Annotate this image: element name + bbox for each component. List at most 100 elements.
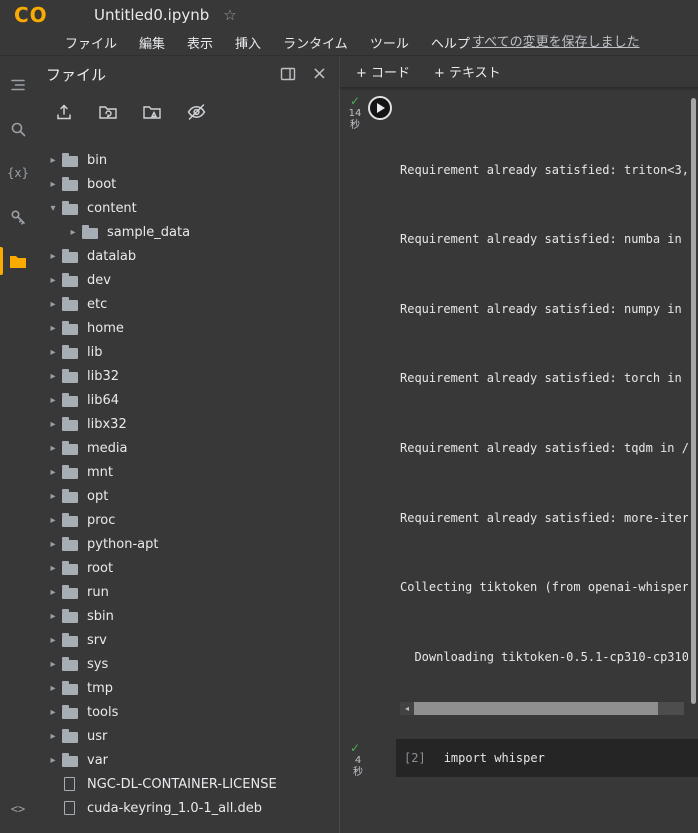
eye-off-icon[interactable] [186, 102, 207, 122]
tree-item[interactable]: ▸ root [36, 556, 339, 580]
dock-panel-icon[interactable] [280, 67, 296, 81]
menu-item[interactable]: 編集 [128, 33, 176, 52]
search-button[interactable] [0, 112, 36, 146]
table-of-contents-button[interactable] [0, 68, 36, 102]
menu-item[interactable]: ランタイム [272, 33, 359, 52]
menu-item[interactable]: 表示 [176, 33, 224, 52]
tree-item[interactable]: ▸ bin [36, 148, 339, 172]
menu-item[interactable]: ツール [359, 33, 420, 52]
tree-item[interactable]: cuda-keyring_1.0-1_all.deb [36, 796, 339, 820]
tree-item-label: mnt [87, 464, 113, 480]
folder-icon [10, 255, 26, 268]
tree-item[interactable]: ▸ opt [36, 484, 339, 508]
tree-item-label: sys [87, 656, 109, 672]
output-horizontal-scrollbar[interactable]: ◂ [400, 702, 684, 715]
variables-button[interactable]: {x} [0, 156, 36, 190]
add-text-button[interactable]: + テキスト [434, 62, 501, 81]
files-button[interactable] [0, 244, 36, 278]
tree-item-label: var [87, 752, 109, 768]
chevron-icon[interactable]: ▸ [44, 731, 62, 742]
tree-item[interactable]: ▸ tmp [36, 676, 339, 700]
tree-item[interactable]: NGC-DL-CONTAINER-LICENSE [36, 772, 339, 796]
tree-item-label: tools [87, 704, 119, 720]
tree-item[interactable]: ▾ content [36, 196, 339, 220]
colab-logo[interactable]: CO [14, 3, 58, 27]
cell2-code[interactable]: import whisper [444, 751, 545, 765]
tree-item[interactable]: ▸ sample_data [36, 220, 339, 244]
tree-item[interactable]: ▸ lib64 [36, 388, 339, 412]
tree-item[interactable]: ▸ boot [36, 172, 339, 196]
menu-item[interactable]: ファイル [54, 33, 128, 52]
tree-item[interactable]: ▸ lib [36, 340, 339, 364]
refresh-folder-icon[interactable] [98, 102, 118, 122]
star-icon[interactable]: ☆ [223, 6, 236, 24]
notebook-title[interactable]: Untitled0.ipynb [94, 6, 209, 24]
chevron-icon[interactable]: ▸ [44, 587, 62, 598]
chevron-icon[interactable]: ▸ [44, 515, 62, 526]
tree-item[interactable]: ▸ var [36, 748, 339, 772]
chevron-icon[interactable]: ▸ [44, 539, 62, 550]
chevron-icon[interactable]: ▸ [44, 563, 62, 574]
tree-item-label: lib [87, 344, 103, 360]
save-status-link[interactable]: すべての変更を保存しました [472, 35, 640, 50]
menu-item[interactable]: 挿入 [224, 33, 272, 52]
chevron-icon[interactable]: ▸ [44, 251, 62, 262]
tree-item[interactable]: ▸ run [36, 580, 339, 604]
run-cell-button[interactable] [368, 96, 392, 120]
mount-drive-icon[interactable] [142, 102, 162, 122]
output-vertical-scrollbar[interactable] [691, 98, 696, 704]
chevron-icon[interactable]: ▸ [44, 299, 62, 310]
tree-item[interactable]: ▸ sys [36, 652, 339, 676]
tree-item-label: lib64 [87, 392, 120, 408]
scroll-left-button[interactable]: ◂ [400, 702, 414, 715]
tree-item[interactable]: ▸ mnt [36, 460, 339, 484]
tree-item[interactable]: ▸ proc [36, 508, 339, 532]
code-snippets-button[interactable]: <> [0, 799, 36, 833]
chevron-icon[interactable]: ▸ [44, 467, 62, 478]
chevron-icon[interactable]: ▸ [44, 347, 62, 358]
tree-item[interactable]: ▸ sbin [36, 604, 339, 628]
cell2-editor[interactable]: [2] import whisper [396, 739, 698, 777]
chevron-icon[interactable]: ▸ [44, 275, 62, 286]
upload-icon[interactable] [54, 102, 74, 122]
scrollbar-thumb[interactable] [414, 702, 659, 715]
chevron-icon[interactable]: ▸ [44, 755, 62, 766]
chevron-icon[interactable]: ▸ [44, 155, 62, 166]
tree-item[interactable]: ▸ datalab [36, 244, 339, 268]
chevron-icon[interactable]: ▸ [44, 635, 62, 646]
chevron-icon[interactable]: ▸ [44, 659, 62, 670]
chevron-icon[interactable]: ▸ [44, 611, 62, 622]
tree-item[interactable]: ▸ lib32 [36, 364, 339, 388]
chevron-icon[interactable]: ▸ [44, 395, 62, 406]
output-line-text: Collecting tiktoken (from openai-whisper… [400, 580, 688, 595]
tree-item[interactable]: ▸ tools [36, 700, 339, 724]
add-code-button[interactable]: + コード [356, 62, 410, 81]
chevron-icon[interactable]: ▸ [44, 371, 62, 382]
chevron-icon[interactable]: ▾ [44, 203, 62, 214]
tree-item[interactable]: ▸ python-apt [36, 532, 339, 556]
tree-item[interactable]: ▸ dev [36, 268, 339, 292]
chevron-icon[interactable]: ▸ [44, 323, 62, 334]
chevron-icon[interactable]: ▸ [44, 443, 62, 454]
chevron-icon[interactable]: ▸ [44, 707, 62, 718]
output-line: Collecting tiktoken (from openai-whisper… [400, 579, 688, 596]
file-explorer-panel: ファイル × ▸ bin ▸ boot ▾ content ▸ sample_d… [36, 56, 340, 833]
tree-item[interactable]: ▸ home [36, 316, 339, 340]
output-line-text: Downloading tiktoken-0.5.1-cp310-cp310-m [400, 649, 688, 664]
chevron-icon[interactable]: ▸ [44, 683, 62, 694]
notebook-area: + コード + テキスト ✓ 14秒 Requirement already s… [340, 56, 698, 833]
tree-item[interactable]: ▸ usr [36, 724, 339, 748]
tree-item[interactable]: ▸ etc [36, 292, 339, 316]
tree-item-icon [62, 753, 78, 767]
tree-item-label: srv [87, 632, 107, 648]
chevron-icon[interactable]: ▸ [44, 179, 62, 190]
chevron-icon[interactable]: ▸ [44, 419, 62, 430]
chevron-icon[interactable]: ▸ [44, 491, 62, 502]
tree-item[interactable]: ▸ srv [36, 628, 339, 652]
tree-item-icon [62, 489, 78, 503]
secrets-button[interactable] [0, 200, 36, 234]
tree-item[interactable]: ▸ libx32 [36, 412, 339, 436]
chevron-icon[interactable]: ▸ [64, 227, 82, 238]
tree-item[interactable]: ▸ media [36, 436, 339, 460]
close-panel-icon[interactable]: × [312, 65, 327, 83]
